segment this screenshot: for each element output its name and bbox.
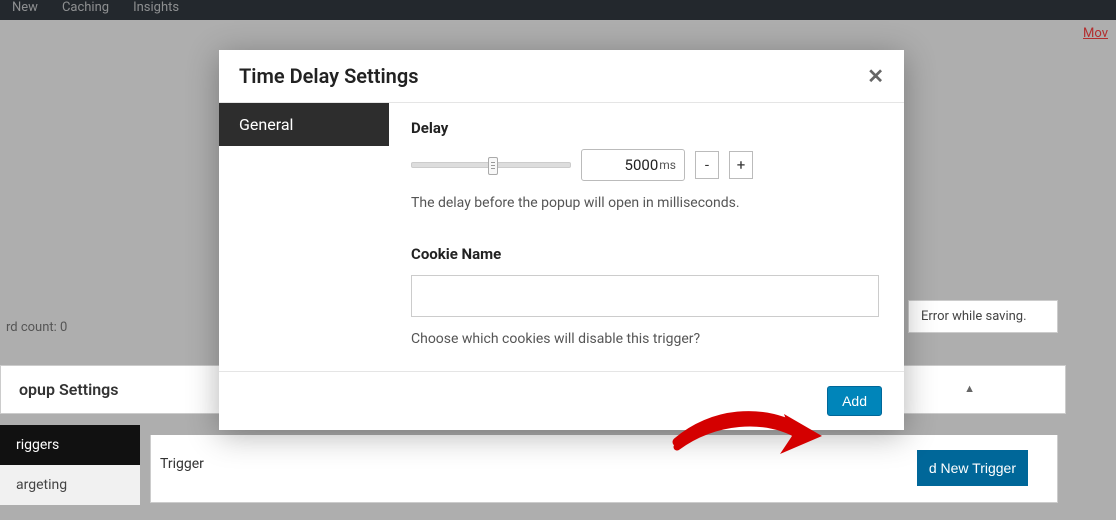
cookie-label: Cookie Name — [411, 245, 882, 263]
modal-header: Time Delay Settings ✕ — [219, 50, 904, 103]
delay-help-text: The delay before the popup will open in … — [411, 195, 882, 211]
add-new-trigger-button[interactable]: d New Trigger — [917, 450, 1028, 486]
word-count: rd count: 0 — [6, 320, 67, 335]
modal-content: Delay 5000ms - + The delay before the po… — [389, 103, 904, 371]
toolbar-item-new[interactable]: New — [12, 0, 38, 15]
delay-decrement-button[interactable]: - — [695, 151, 719, 179]
cookie-name-input[interactable] — [411, 275, 879, 317]
modal-side-tabs: General — [219, 103, 389, 371]
delay-value: 5000 — [625, 156, 659, 174]
modal-tab-general[interactable]: General — [219, 103, 389, 146]
delay-increment-button[interactable]: + — [729, 151, 753, 179]
cookie-help-text: Choose which cookies will disable this t… — [411, 331, 882, 347]
modal-title: Time Delay Settings — [239, 64, 419, 88]
settings-side-tabs: riggers argeting — [0, 425, 140, 505]
toolbar-item-caching[interactable]: Caching — [62, 0, 109, 15]
time-delay-settings-modal: Time Delay Settings ✕ General Delay 5000… — [219, 50, 904, 430]
close-icon[interactable]: ✕ — [867, 64, 884, 88]
delay-slider[interactable] — [411, 162, 571, 168]
error-notice: Error while saving. — [908, 300, 1058, 333]
modal-footer: Add — [219, 371, 904, 430]
side-tab-targeting[interactable]: argeting — [0, 465, 140, 505]
toolbar-item-insights[interactable]: Insights — [133, 0, 179, 15]
trigger-row-label: Trigger — [160, 456, 204, 472]
delay-controls: 5000ms - + — [411, 149, 882, 181]
panel-title-text: opup Settings — [19, 380, 119, 399]
slider-thumb-icon[interactable] — [488, 157, 498, 175]
add-button[interactable]: Add — [827, 386, 882, 416]
delay-label: Delay — [411, 119, 882, 137]
delay-number-input[interactable]: 5000ms — [581, 149, 685, 181]
side-tab-triggers[interactable]: riggers — [0, 425, 140, 465]
admin-toolbar: New Caching Insights — [0, 0, 1116, 20]
move-link[interactable]: Mov — [1083, 26, 1108, 41]
delay-unit: ms — [659, 158, 676, 172]
panel-collapse-icon[interactable]: ▲ — [964, 382, 975, 395]
